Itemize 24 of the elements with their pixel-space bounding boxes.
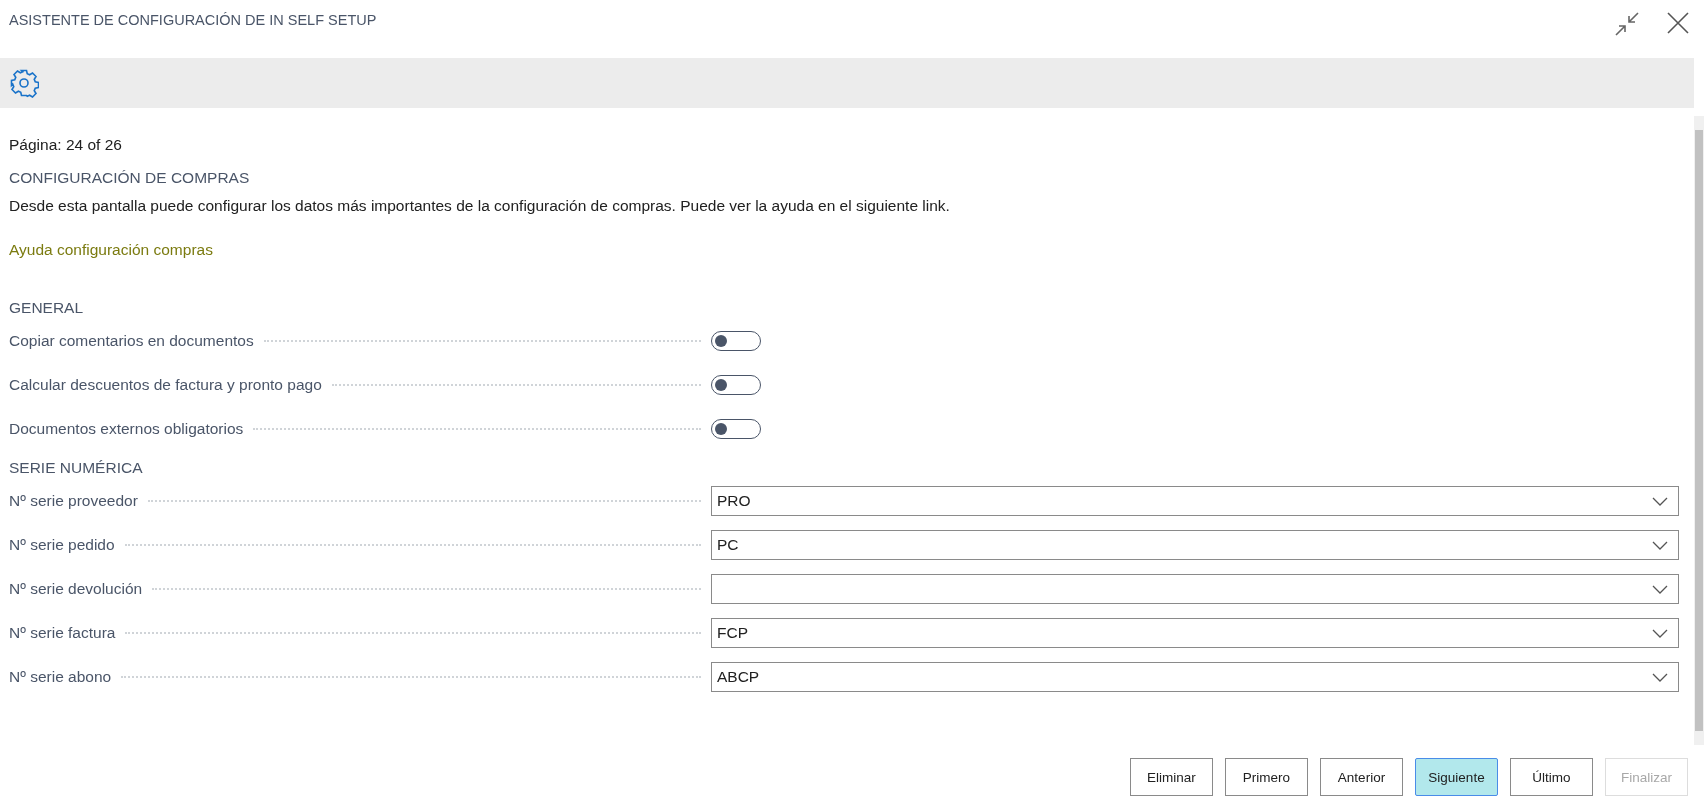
field-label: Nº serie devolución xyxy=(9,580,143,598)
section-title: CONFIGURACIÓN DE COMPRAS xyxy=(9,169,251,187)
wizard-button[interactable]: Primero xyxy=(1225,758,1308,796)
field-label: Nº serie factura xyxy=(9,624,116,642)
wizard-button[interactable]: Eliminar xyxy=(1130,758,1213,796)
page-indicator: Página: 24 of 26 xyxy=(9,136,123,154)
section-description: Desde esta pantalla puede configurar los datos más importantes de la configuración de compras. Puede ver la ayuda en el siguiente link. xyxy=(9,197,951,215)
window-title: ASISTENTE DE CONFIGURACIÓN DE IN SELF SETUP xyxy=(9,12,377,28)
field-label: Nº serie abono xyxy=(9,668,112,686)
dropdown-field[interactable]: PC xyxy=(711,530,1679,560)
dropdown-field[interactable]: FCP xyxy=(711,618,1679,648)
dropdown-field[interactable]: ABCP xyxy=(711,662,1679,692)
field-label: Calcular descuentos de factura y pronto pago xyxy=(9,376,322,394)
wizard-button[interactable]: Siguiente xyxy=(1415,758,1498,796)
group-title: SERIE NUMÉRICA xyxy=(9,459,144,477)
field-label: Documentos externos obligatorios xyxy=(9,420,244,438)
help-link[interactable]: Ayuda configuración compras xyxy=(9,241,213,259)
field-label: Nº serie proveedor xyxy=(9,492,138,510)
field-label: Copiar comentarios en documentos xyxy=(9,332,254,350)
wizard-button[interactable]: Anterior xyxy=(1320,758,1403,796)
dropdown-field[interactable]: PRO xyxy=(711,486,1679,516)
wizard-button[interactable]: Último xyxy=(1510,758,1593,796)
group-title: GENERAL xyxy=(9,299,85,317)
field-label: Nº serie pedido xyxy=(9,536,115,554)
